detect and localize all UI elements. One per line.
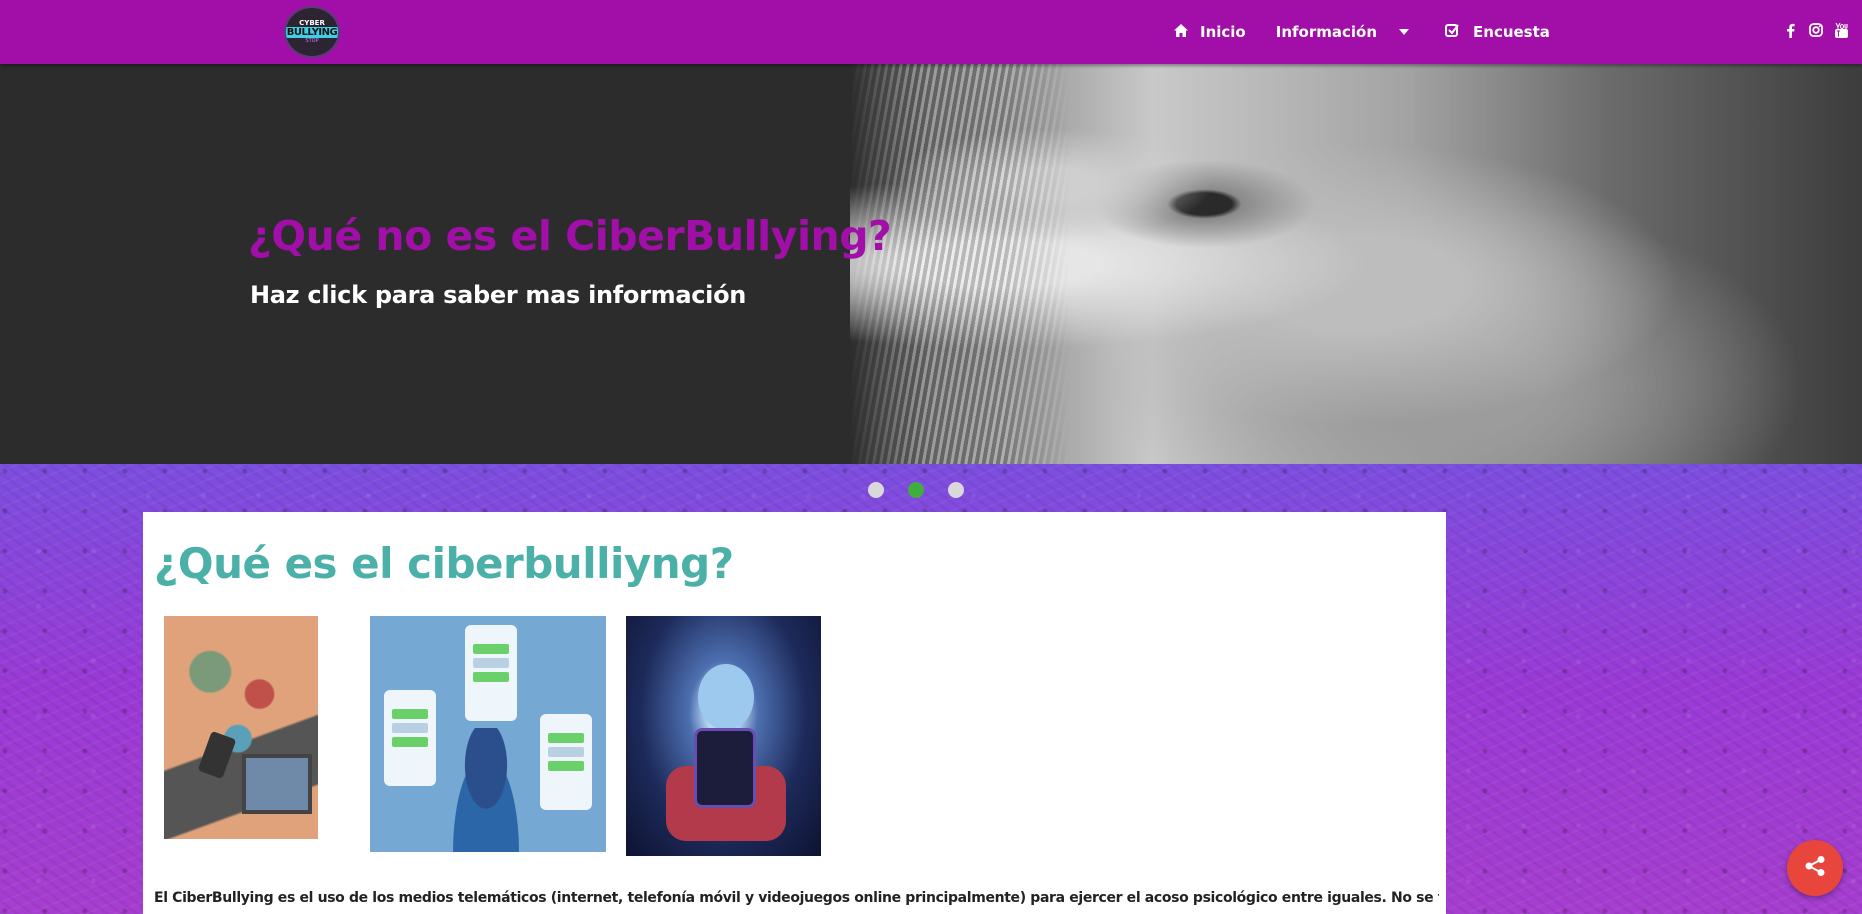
home-icon bbox=[1174, 23, 1188, 41]
facebook-icon[interactable] bbox=[1784, 23, 1798, 42]
illustration-group-phones bbox=[164, 616, 318, 839]
illustration-face bbox=[698, 664, 754, 730]
logo-main-text: BULLYING bbox=[286, 27, 338, 38]
hero-carousel[interactable]: ¿Qué no es el CiberBullying? Haz click p… bbox=[0, 64, 1862, 464]
nav-item-inicio[interactable]: Inicio bbox=[1174, 23, 1246, 41]
nav-label-encuesta: Encuesta bbox=[1473, 23, 1550, 41]
illustration-laptop bbox=[242, 754, 312, 814]
illustration-crying-person bbox=[444, 728, 528, 852]
hero-title[interactable]: ¿Qué no es el CiberBullying? bbox=[248, 212, 892, 260]
illustration-phone bbox=[694, 728, 756, 808]
hero-image-detail bbox=[850, 64, 1070, 464]
illustration-chat-bubbles bbox=[370, 616, 606, 852]
illustration-phone bbox=[197, 730, 237, 780]
nav-item-informacion[interactable]: Información bbox=[1275, 23, 1410, 41]
site-logo[interactable]: CYBER BULLYING STOP bbox=[284, 6, 340, 58]
share-icon bbox=[1804, 855, 1826, 881]
carousel-dot-2[interactable] bbox=[908, 482, 924, 498]
check-square-icon bbox=[1445, 23, 1459, 41]
nav-label-informacion: Información bbox=[1275, 23, 1378, 41]
logo-sub-text: STOP bbox=[305, 38, 319, 44]
illustration-chat-phone bbox=[540, 714, 592, 810]
youtube-icon[interactable] bbox=[1834, 22, 1848, 42]
nav-label-inicio: Inicio bbox=[1200, 23, 1246, 41]
carousel-dot-3[interactable] bbox=[948, 482, 964, 498]
illustration-chat-phone bbox=[465, 625, 517, 721]
hero-subtitle[interactable]: Haz click para saber mas información bbox=[250, 281, 746, 309]
section-title: ¿Qué es el ciberbulliyng? bbox=[154, 539, 734, 588]
navbar: CYBER BULLYING STOP Inicio Información E… bbox=[0, 0, 1862, 64]
main-nav: Inicio Información Encuesta bbox=[1174, 0, 1550, 64]
instagram-icon[interactable] bbox=[1809, 23, 1823, 41]
carousel-indicators bbox=[868, 482, 964, 498]
section-paragraph: El CiberBullying es el uso de los medios… bbox=[154, 890, 1439, 906]
illustration-chat-phone bbox=[384, 690, 436, 786]
chevron-down-icon bbox=[1399, 29, 1410, 35]
share-button[interactable] bbox=[1787, 840, 1843, 896]
logo-top-text: CYBER bbox=[299, 19, 325, 27]
nav-item-encuesta[interactable]: Encuesta bbox=[1445, 23, 1550, 41]
social-links bbox=[1784, 0, 1848, 64]
main-content-card: ¿Qué es el ciberbulliyng? El CiberBullyi… bbox=[143, 512, 1446, 914]
illustration-girl-phone bbox=[626, 616, 821, 856]
carousel-dot-1[interactable] bbox=[868, 482, 884, 498]
